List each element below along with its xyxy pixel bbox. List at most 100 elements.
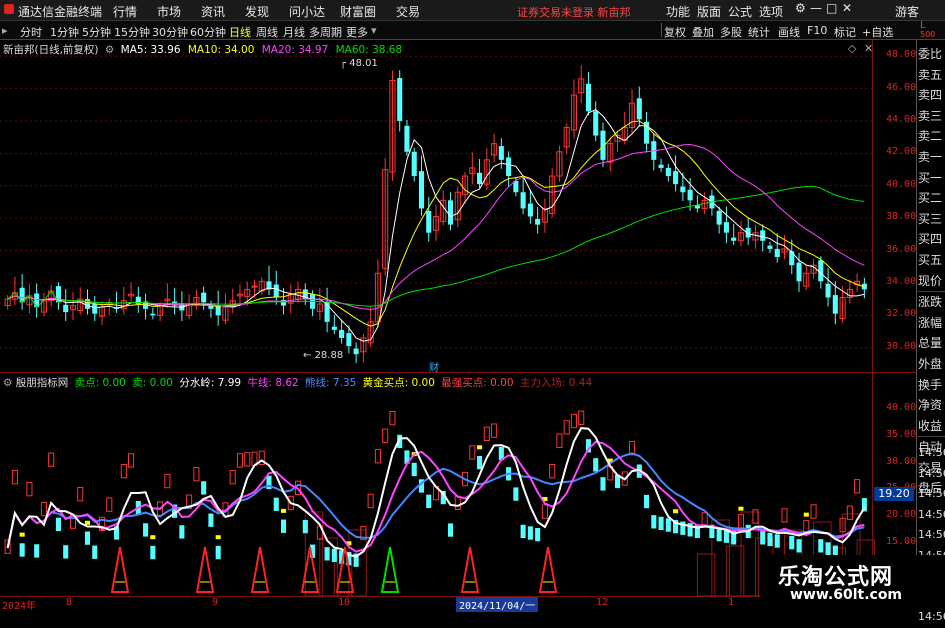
watermark-url: www.60lt.com [790, 587, 903, 603]
candle-body-down [498, 146, 504, 160]
buy-signal-triangle [538, 546, 558, 593]
quote-field-label: 卖五 [918, 67, 943, 82]
indicator-bar-up [48, 452, 55, 467]
candle-body-down [760, 230, 766, 241]
indicator-bar-down [280, 519, 287, 533]
indicator-bar-up [556, 433, 563, 448]
indicator-bar-down [513, 487, 519, 501]
indicator-tick-label: 40.00 [886, 402, 917, 414]
candle-body-down [201, 292, 207, 303]
candle-body-down [215, 306, 221, 316]
indicator-tick-label: 15.00 [886, 535, 917, 547]
candle-body-down [731, 237, 737, 241]
candle-body-down [658, 164, 664, 168]
candle-body-down [818, 260, 824, 282]
indicator-bar-up [193, 466, 200, 482]
ma60-line [7, 185, 865, 308]
indicator-bar-down [527, 526, 533, 540]
indicator-bar-up [164, 473, 171, 489]
candle-body-down [273, 284, 279, 298]
gold-signal [673, 509, 679, 514]
candle-body-down [84, 299, 91, 309]
indicator-bar-up [781, 508, 788, 523]
indicator-bar-down [818, 539, 824, 553]
candle-body-down [331, 326, 337, 330]
date-tick-label: 12 [596, 597, 609, 608]
kline-chart-svg[interactable] [0, 0, 945, 609]
indicator-bar-down [411, 462, 417, 477]
indicator-bar-down [19, 543, 25, 557]
buy-signal-triangle [250, 546, 270, 593]
indicator-bar-down [150, 545, 156, 560]
quote-field-label: 买五 [918, 252, 943, 267]
buy-signal-triangle [300, 546, 320, 593]
quote-field-label: 卖四 [918, 88, 943, 103]
price-tick-label: 30.00 [886, 340, 917, 352]
indicator-bar-down [201, 481, 207, 495]
price-tick-label: 34.00 [886, 275, 917, 287]
indicator-bar-down [767, 532, 773, 547]
indicator-bar-down [179, 525, 185, 539]
quote-field-label: 委比 [918, 47, 943, 61]
indicator-bar-down [302, 519, 308, 534]
event-marker[interactable]: 财 [429, 359, 439, 374]
indicator-bar-down [760, 531, 766, 545]
indicator-bar-up [374, 449, 381, 464]
trade-time-label: 14:56 [918, 487, 945, 500]
price-tick-label: 48.00 [886, 49, 917, 61]
candle-body-down [520, 192, 526, 209]
indicator-bar-down [665, 518, 671, 532]
indicator-bar-down [796, 539, 802, 553]
indicator-bar-down [208, 513, 214, 527]
indicator-bar-up [469, 445, 476, 460]
watermark: 乐淘公式网 www.60lt.com [760, 555, 945, 609]
candle-body-down [92, 303, 98, 314]
price-tick-label: 38.00 [886, 211, 917, 223]
indicator-bar-down [520, 524, 526, 539]
indicator-bar-up [128, 453, 135, 468]
indicator-bar-up [810, 504, 817, 519]
candle-body-down [716, 210, 722, 225]
gold-signal [738, 506, 744, 511]
indicator-bar-up [367, 493, 374, 509]
low-annotation: ← 28.88 [303, 350, 344, 361]
gold-signal [84, 520, 91, 525]
indicator-bar-up [40, 501, 47, 517]
indicator-bar-up [389, 410, 396, 426]
candle-body-down [673, 171, 679, 185]
indicator-bar-up [846, 505, 853, 520]
indicator-tick-label: 30.00 [886, 455, 917, 467]
indicator-bar-down [84, 531, 91, 545]
indicator-bar-up [541, 504, 548, 519]
price-tick-label: 40.00 [886, 178, 917, 190]
indicator-bar-down [658, 516, 664, 531]
quote-field-label: 涨跌 [918, 295, 943, 310]
indicator-bar-down [789, 535, 795, 550]
gold-signal [150, 535, 156, 540]
indicator-bar-up [701, 512, 708, 527]
quote-field-label: 收益 [918, 416, 945, 438]
quote-side-panel: 委比 卖五 卖四 卖三 卖二 卖一 买一 买二 买三 买四 买五 现价 涨跌 涨幅 总量 外盘 换手 净资 收益 自动… [918, 44, 945, 499]
date-tick-label: 1 [728, 597, 735, 608]
date-tick-label: 10 [338, 597, 351, 608]
candle-body-down [506, 157, 512, 177]
indicator-bar-down [92, 545, 98, 559]
candle-body-down [477, 172, 483, 185]
indicator-bar-up [854, 479, 861, 494]
indicator-bar-up [229, 470, 236, 485]
buy-signal-triangle [195, 546, 215, 593]
quote-field-label: 现价 [918, 271, 945, 293]
gold-signal [280, 508, 287, 513]
indicator-bar-up [236, 453, 244, 468]
date-tick-label: 9 [212, 597, 219, 608]
candle-body-down [339, 329, 345, 338]
quote-field-label: 净资 [918, 398, 943, 413]
candle-body-up [251, 285, 258, 288]
indicator-bar-down [426, 494, 432, 508]
indicator-bar-down [477, 455, 483, 470]
indicator-bar-up [563, 420, 570, 435]
date-tick-label: 2024年 [2, 601, 37, 612]
indicator-bar-up [26, 481, 33, 497]
candle-body-down [680, 186, 686, 193]
quote-field-label: 买四 [918, 232, 943, 247]
